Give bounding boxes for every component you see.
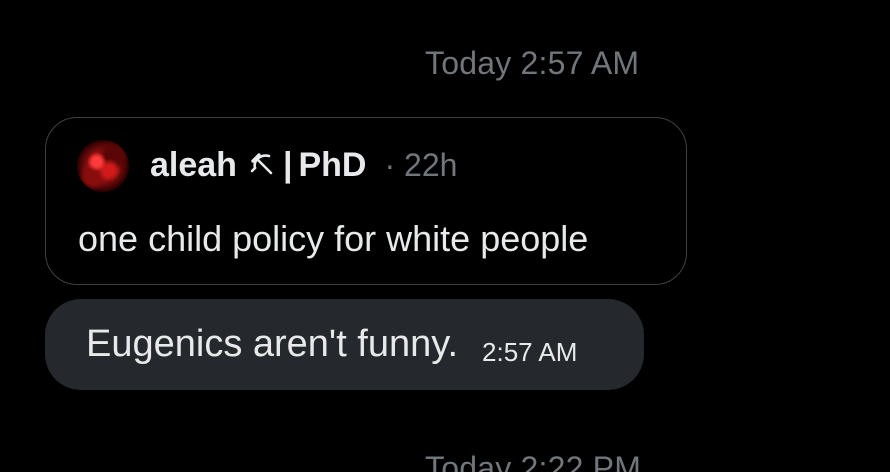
message-time: 2:57 AM xyxy=(482,337,578,367)
quoted-post-card[interactable]: aleah | PhD · 22h one child policy for w… xyxy=(45,117,687,285)
author-title: PhD xyxy=(298,145,367,184)
author-name[interactable]: aleah xyxy=(150,146,237,185)
hammer-sickle-icon xyxy=(247,150,277,180)
avatar[interactable] xyxy=(77,140,129,192)
post-time: · 22h xyxy=(384,146,458,183)
message-timestamp-next: Today 2:22 PM xyxy=(425,450,642,472)
message-bubble[interactable]: Eugenics aren't funny. 2:57 AM xyxy=(45,299,644,390)
author-separator: | xyxy=(282,145,293,184)
dm-conversation: Today 2:57 AM aleah | PhD · 22h one chil… xyxy=(0,0,890,472)
message-timestamp: Today 2:57 AM xyxy=(425,45,640,81)
message-text: Eugenics aren't funny. xyxy=(86,323,459,365)
quoted-post-text: one child policy for white people xyxy=(78,218,589,259)
quoted-post-header: aleah | PhD · 22h xyxy=(150,145,457,185)
